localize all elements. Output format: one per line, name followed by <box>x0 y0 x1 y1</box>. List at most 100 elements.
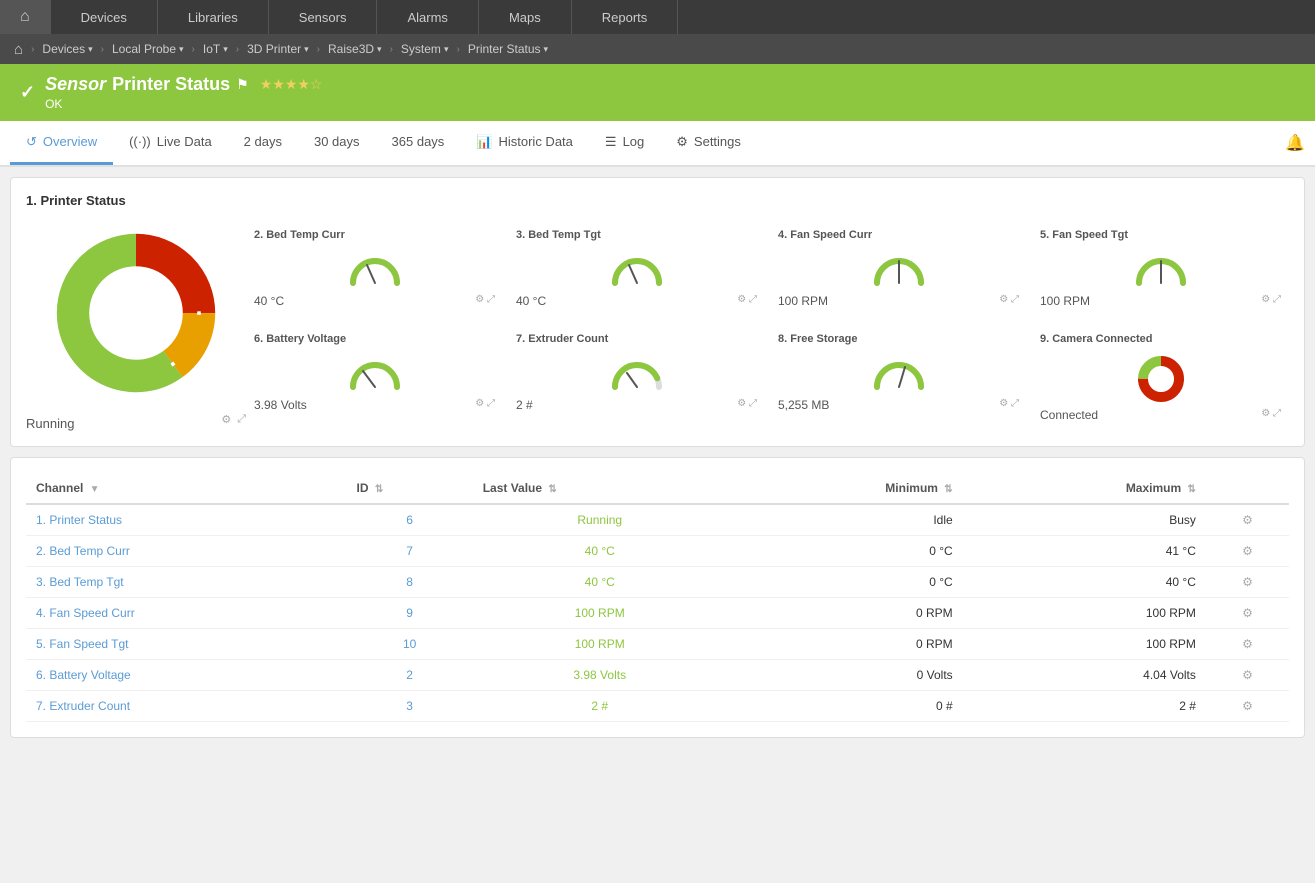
breadcrumb-home[interactable]: ⌂ <box>8 34 29 64</box>
home-icon: ⌂ <box>20 8 30 26</box>
cell-last-value-6: 2 # <box>473 691 727 722</box>
col-id[interactable]: ID ⇅ <box>347 473 473 504</box>
gauge-gear-6[interactable]: ⚙ ⤢ <box>475 398 495 409</box>
gauge-title-6: 6. Battery Voltage <box>254 333 495 345</box>
nav-reports[interactable]: Reports <box>572 0 679 34</box>
cell-last-value-4: 100 RPM <box>473 629 727 660</box>
col-channel[interactable]: Channel ▼ <box>26 473 347 504</box>
cell-maximum-1: 41 °C <box>963 536 1206 567</box>
gauge-gear-2[interactable]: ⚙ ⤢ <box>475 294 495 305</box>
cell-gear-4[interactable]: ⚙ <box>1206 629 1289 660</box>
tab-365days[interactable]: 365 days <box>376 121 461 165</box>
cell-channel-0: 1. Printer Status <box>26 504 347 536</box>
tab-settings[interactable]: ⚙ Settings <box>660 121 757 165</box>
gauge-title-3: 3. Bed Temp Tgt <box>516 229 757 241</box>
gauge-bed-temp-curr: 2. Bed Temp Curr 40 °C ⚙ ⤢ <box>246 223 503 317</box>
star-rating[interactable]: ★★★★☆ <box>260 76 323 93</box>
breadcrumb-devices[interactable]: Devices ▾ <box>36 34 98 64</box>
cell-minimum-0: Idle <box>727 504 963 536</box>
gauge-svg-9 <box>1040 349 1281 404</box>
nav-devices[interactable]: Devices <box>51 0 158 34</box>
cell-gear-5[interactable]: ⚙ <box>1206 660 1289 691</box>
gauge-fan-speed-curr: 4. Fan Speed Curr 100 RPM ⚙ ⤢ <box>770 223 1027 317</box>
nav-sensors[interactable]: Sensors <box>269 0 378 34</box>
sort-icon-channel: ▼ <box>90 484 100 495</box>
tab-log[interactable]: ☰ Log <box>589 121 660 165</box>
gauge-value-5: 100 RPM <box>1040 294 1090 308</box>
cell-gear-1[interactable]: ⚙ <box>1206 536 1289 567</box>
breadcrumb-iot[interactable]: IoT ▾ <box>197 34 234 64</box>
gauge-battery-voltage: 6. Battery Voltage 3.98 Volts ⚙ ⤢ <box>246 327 503 431</box>
breadcrumb-nav: ⌂ › Devices ▾ › Local Probe ▾ › IoT ▾ › … <box>0 34 1315 64</box>
gauge-gear-5[interactable]: ⚙ ⤢ <box>1261 294 1281 305</box>
gauge-extruder-count: 7. Extruder Count 2 # ⚙ ⤢ <box>508 327 765 431</box>
breadcrumb-raise3d[interactable]: Raise3D ▾ <box>322 34 388 64</box>
cell-minimum-5: 0 Volts <box>727 660 963 691</box>
cell-last-value-0: Running <box>473 504 727 536</box>
data-table: Channel ▼ ID ⇅ Last Value ⇅ Minimum ⇅ Ma… <box>26 473 1289 722</box>
nav-home[interactable]: ⌂ <box>0 0 51 34</box>
sensor-label: Sensor <box>45 74 106 95</box>
gauge-value-4: 100 RPM <box>778 294 828 308</box>
flag-icon[interactable]: ⚑ <box>236 76 249 93</box>
gauge-value-2: 40 °C <box>254 294 284 308</box>
cell-id-4: 10 <box>347 629 473 660</box>
tab-historic-data[interactable]: 📊 Historic Data <box>460 121 589 165</box>
breadcrumb-sep: › <box>31 44 34 55</box>
gauge-gear-7[interactable]: ⚙ ⤢ <box>737 398 757 409</box>
title-container: Sensor Printer Status ⚑ ★★★★☆ OK <box>45 74 322 111</box>
cell-channel-4: 5. Fan Speed Tgt <box>26 629 347 660</box>
cell-id-5: 2 <box>347 660 473 691</box>
notification-bell[interactable]: 🔔 <box>1285 133 1305 153</box>
breadcrumb-system[interactable]: System ▾ <box>395 34 455 64</box>
gauge-title-9: 9. Camera Connected <box>1040 333 1281 345</box>
nav-libraries[interactable]: Libraries <box>158 0 269 34</box>
cell-id-3: 9 <box>347 598 473 629</box>
gauge-value-9: Connected <box>1040 408 1098 422</box>
gauge-gear-3[interactable]: ⚙ ⤢ <box>737 294 757 305</box>
gear-icon[interactable]: ⚙ <box>221 413 231 426</box>
sensor-card: 1. Printer Status <box>10 177 1305 447</box>
gauge-gear-9[interactable]: ⚙ ⤢ <box>1261 408 1281 419</box>
cell-id-1: 7 <box>347 536 473 567</box>
cell-last-value-5: 3.98 Volts <box>473 660 727 691</box>
live-data-icon: ((·)) <box>129 134 151 149</box>
col-minimum[interactable]: Minimum ⇅ <box>727 473 963 504</box>
cell-gear-6[interactable]: ⚙ <box>1206 691 1289 722</box>
table-row: 4. Fan Speed Curr 9 100 RPM 0 RPM 100 RP… <box>26 598 1289 629</box>
chevron-down-icon-3: ▾ <box>223 44 228 55</box>
gauge-section: Running ⚙ ⤢ 2. Bed Temp Curr <box>26 223 1289 431</box>
col-last-value[interactable]: Last Value ⇅ <box>473 473 727 504</box>
cell-gear-3[interactable]: ⚙ <box>1206 598 1289 629</box>
tab-overview[interactable]: ↺ Overview <box>10 121 113 165</box>
tab-live-data[interactable]: ((·)) Live Data <box>113 121 228 165</box>
tab-2days[interactable]: 2 days <box>228 121 298 165</box>
cell-gear-0[interactable]: ⚙ <box>1206 504 1289 536</box>
donut-chart-container: Running ⚙ ⤢ <box>26 223 246 431</box>
tab-30days[interactable]: 30 days <box>298 121 376 165</box>
card-actions[interactable]: ⚙ ⤢ <box>221 413 246 426</box>
cell-channel-3: 4. Fan Speed Curr <box>26 598 347 629</box>
chevron-down-icon-7: ▾ <box>544 44 549 55</box>
breadcrumb-local-probe[interactable]: Local Probe ▾ <box>106 34 190 64</box>
breadcrumb-printer-status[interactable]: Printer Status ▾ <box>462 34 554 64</box>
col-maximum[interactable]: Maximum ⇅ <box>963 473 1206 504</box>
nav-maps[interactable]: Maps <box>479 0 572 34</box>
cell-gear-2[interactable]: ⚙ <box>1206 567 1289 598</box>
breadcrumb-3d-printer[interactable]: 3D Printer ▾ <box>241 34 315 64</box>
tabs-bar: ↺ Overview ((·)) Live Data 2 days 30 day… <box>0 121 1315 167</box>
chevron-down-icon-5: ▾ <box>377 44 382 55</box>
expand-icon[interactable]: ⤢ <box>237 413 246 426</box>
table-card: Channel ▼ ID ⇅ Last Value ⇅ Minimum ⇅ Ma… <box>10 457 1305 738</box>
chevron-down-icon-6: ▾ <box>444 44 449 55</box>
gauge-gear-8[interactable]: ⚙ ⤢ <box>999 398 1019 409</box>
nav-alarms[interactable]: Alarms <box>377 0 478 34</box>
historic-data-icon: 📊 <box>476 134 492 150</box>
gauge-svg-4 <box>778 245 1019 290</box>
gauge-gear-4[interactable]: ⚙ ⤢ <box>999 294 1019 305</box>
chevron-down-icon-4: ▾ <box>304 44 309 55</box>
log-icon: ☰ <box>605 134 617 150</box>
top-navigation: ⌂ Devices Libraries Sensors Alarms Maps … <box>0 0 1315 34</box>
sort-icon-id: ⇅ <box>375 484 383 495</box>
table-row: 5. Fan Speed Tgt 10 100 RPM 0 RPM 100 RP… <box>26 629 1289 660</box>
